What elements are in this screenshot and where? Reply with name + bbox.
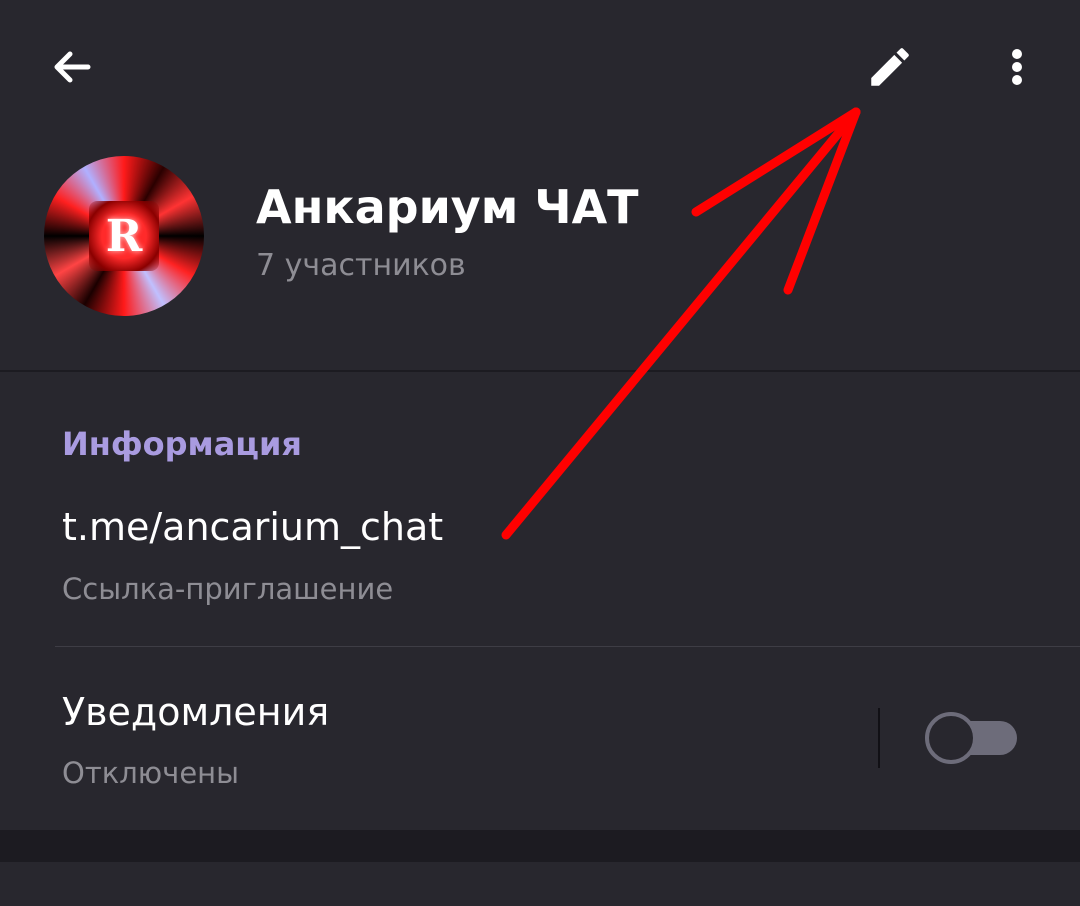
edit-button[interactable]: [858, 35, 922, 99]
notifications-toggle[interactable]: [925, 712, 1017, 764]
invite-link-caption: Ссылка-приглашение: [62, 572, 394, 606]
section-title: Информация: [62, 425, 302, 463]
divider: [55, 646, 1080, 647]
chat-avatar[interactable]: R: [44, 156, 204, 316]
member-count: 7 участников: [256, 248, 466, 283]
more-vertical-icon: [1012, 49, 1022, 85]
chat-title: Анкариум ЧАТ: [256, 180, 639, 234]
invite-link[interactable]: t.me/ancarium_chat: [62, 505, 443, 549]
notifications-label: Уведомления: [62, 690, 330, 734]
pencil-icon: [871, 48, 909, 86]
vertical-separator: [878, 708, 880, 768]
info-section: Информация t.me/ancarium_chat Ссылка-при…: [0, 372, 1080, 830]
arrow-left-icon: [54, 51, 91, 83]
next-section: [0, 862, 1080, 906]
more-options-button[interactable]: [985, 35, 1049, 99]
avatar-logo: R: [89, 201, 159, 271]
toggle-knob: [925, 712, 977, 764]
back-button[interactable]: [40, 35, 104, 99]
notifications-status: Отключены: [62, 756, 240, 790]
chat-header: R Анкариум ЧАТ 7 участников: [0, 0, 1080, 370]
